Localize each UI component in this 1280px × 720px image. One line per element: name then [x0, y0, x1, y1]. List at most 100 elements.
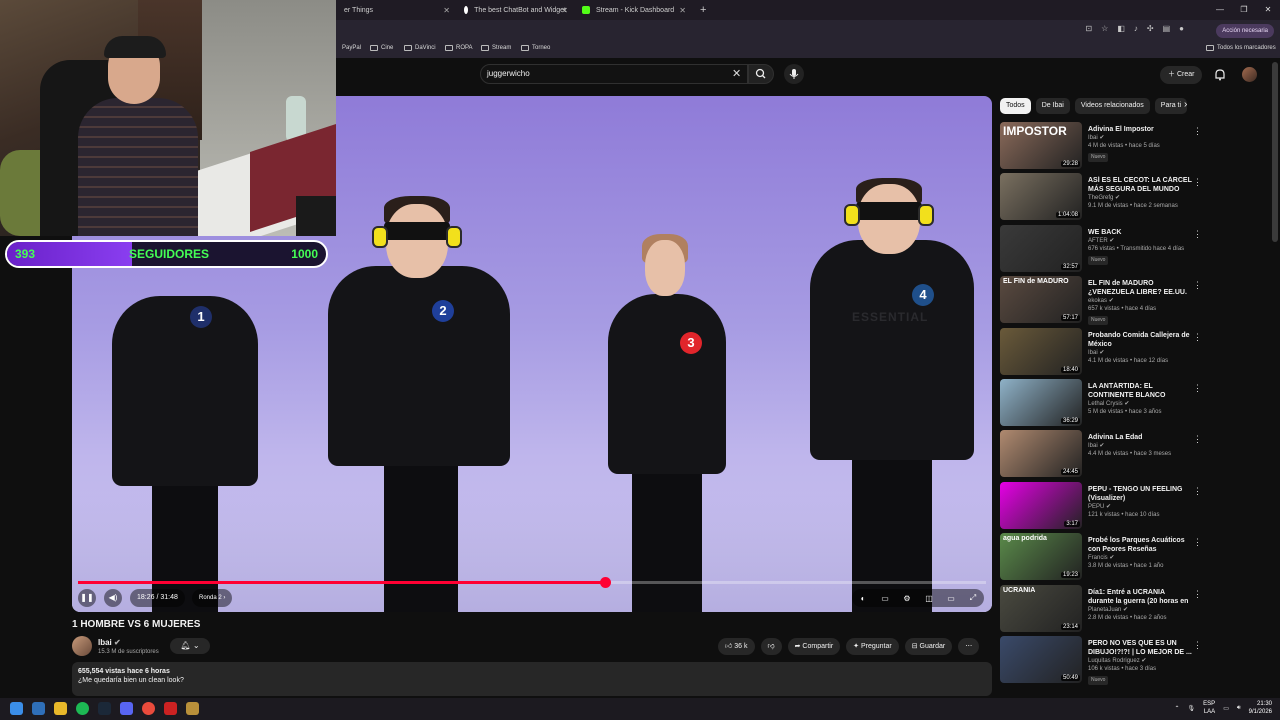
video-thumbnail[interactable]: agua podrida 19:23 — [1000, 533, 1082, 581]
search-input[interactable]: juggerwicho — [480, 64, 748, 84]
user-avatar[interactable] — [1242, 67, 1257, 82]
steam-icon[interactable] — [98, 702, 111, 715]
bookmark-ropa[interactable]: ROPA — [445, 45, 473, 51]
video-thumbnail[interactable]: IMPOSTOR 29:28 — [1000, 122, 1082, 169]
all-bookmarks[interactable]: Todos los marcadores — [1206, 45, 1276, 51]
theater-mode-icon[interactable]: ▭ — [944, 594, 958, 603]
file-explorer-icon[interactable] — [54, 702, 67, 715]
recommendation-title[interactable]: Probé los Parques Acuáticos con Peores R… — [1088, 536, 1192, 554]
video-progress-bar[interactable] — [78, 577, 986, 588]
more-vertical-icon[interactable]: ⋮ — [1193, 229, 1202, 240]
recommendation-channel[interactable]: Ibai ✔ — [1088, 349, 1104, 356]
network-icon[interactable]: ▭ — [1223, 705, 1229, 712]
video-thumbnail[interactable]: 18:40 — [1000, 327, 1082, 375]
more-vertical-icon[interactable]: ⋮ — [1193, 434, 1202, 445]
chip-for-you[interactable]: Para ti — [1154, 98, 1188, 114]
more-vertical-icon[interactable]: ⋮ — [1193, 332, 1202, 343]
more-vertical-icon[interactable]: ⋮ — [1193, 589, 1202, 600]
bookmark-paypal[interactable]: PayPal — [342, 45, 361, 51]
chrome-icon[interactable] — [142, 702, 155, 715]
video-thumbnail[interactable]: 24:45 — [1000, 430, 1082, 478]
tab-chatbot[interactable]: The best ChatBot and Widget ✕ — [456, 0, 574, 20]
video-thumbnail[interactable]: UCRANIA 23:14 — [1000, 584, 1082, 632]
recommendation-title[interactable]: ASÍ ES EL CECOT: LA CÁRCEL MÁS SEGURA DE… — [1088, 176, 1192, 194]
video-thumbnail[interactable]: 36:29 — [1000, 378, 1082, 426]
more-vertical-icon[interactable]: ⋮ — [1193, 177, 1202, 188]
description-box[interactable]: 655,554 vistas hace 6 horas ¿Me quedaría… — [72, 662, 992, 696]
puzzle-icon[interactable]: ✣ — [1147, 24, 1154, 33]
audio-icon[interactable]: ♪ — [1134, 24, 1138, 33]
chapter-button[interactable]: Ronda 2 › — [192, 589, 233, 607]
volume-button[interactable]: ◀) — [104, 589, 122, 607]
video-thumbnail[interactable]: EL FIN de MADURO 57:17 — [1000, 276, 1082, 324]
more-vertical-icon[interactable]: ⋮ — [1193, 126, 1202, 137]
fullscreen-icon[interactable]: ⤢ — [966, 593, 980, 603]
recommendation-title[interactable]: LA ANTÁRTIDA: EL CONTINENTE BLANCO — [1088, 382, 1192, 400]
channel-avatar[interactable] — [72, 636, 92, 656]
video-thumbnail[interactable]: 50:49 — [1000, 635, 1082, 683]
chevron-up-icon[interactable]: ⌃ — [1175, 705, 1180, 712]
recommendation-item[interactable]: 36:29 LA ANTÁRTIDA: EL CONTINENTE BLANCO L… — [1000, 378, 1206, 430]
app-icon[interactable] — [186, 702, 199, 715]
spotify-icon[interactable] — [76, 702, 89, 715]
settings-icon[interactable]: ⚙ — [900, 594, 914, 603]
recommendation-title[interactable]: WE BACK — [1088, 228, 1192, 237]
recommendation-channel[interactable]: TheGrefg ✔ — [1088, 194, 1120, 201]
video-thumbnail[interactable]: 3:17 — [1000, 481, 1082, 529]
bookmark-torneo[interactable]: Torneo — [521, 45, 550, 51]
tab-stranger-things[interactable]: er Things ✕ — [336, 0, 456, 20]
recommendation-title[interactable]: PEPU - TENGO UN FEELING (Visualizer) — [1088, 485, 1192, 503]
recommendation-channel[interactable]: PlanetaJuan ✔ — [1088, 606, 1128, 613]
maximize-icon[interactable]: ❐ — [1232, 0, 1256, 20]
recommendation-title[interactable]: Adivina El Impostor — [1088, 125, 1192, 134]
video-thumbnail[interactable]: 32:57 — [1000, 224, 1082, 272]
recommendation-channel[interactable]: AFTER ✔ — [1088, 237, 1114, 244]
bookmark-cine[interactable]: Cine — [370, 45, 393, 51]
recommendation-item[interactable]: UCRANIA 23:14 Día1: Entré a UCRANIA durant… — [1000, 584, 1206, 636]
video-thumbnail[interactable]: 1:04:08 — [1000, 173, 1082, 221]
save-button[interactable]: ⊟ Guardar — [904, 638, 953, 655]
recommendation-item[interactable]: 32:57 WE BACK AFTER ✔ 676 vistas • Transmit… — [1000, 224, 1206, 276]
chip-from-ibai[interactable]: De Ibai — [1035, 98, 1070, 114]
recommendation-channel[interactable]: Ibai ✔ — [1088, 134, 1104, 141]
recommendation-channel[interactable]: ekokas ✔ — [1088, 297, 1114, 304]
tab-close-icon[interactable]: ✕ — [443, 6, 450, 15]
volume-tray-icon[interactable]: 🔊︎ — [1237, 705, 1241, 712]
recommendation-item[interactable]: 3:17 PEPU - TENGO UN FEELING (Visualizer)… — [1000, 481, 1206, 533]
chip-related[interactable]: Videos relacionados — [1074, 98, 1150, 114]
channel-name[interactable]: Ibai ✔ — [98, 638, 121, 647]
tab-close-icon[interactable]: ✕ — [561, 6, 568, 15]
dislike-button[interactable]: 👎︎ — [760, 638, 782, 655]
bookmark-davinci[interactable]: DaVinci — [404, 45, 436, 51]
pause-button[interactable]: ❚❚ — [78, 589, 96, 607]
notifications-bell-icon[interactable] — [1214, 68, 1226, 81]
page-scrollbar[interactable] — [1272, 62, 1278, 242]
miniplayer-icon[interactable]: ◫ — [922, 594, 936, 603]
recommendation-channel[interactable]: PEPU ✔ — [1088, 503, 1111, 510]
more-vertical-icon[interactable]: ⋮ — [1193, 383, 1202, 394]
tab-kick-dashboard[interactable]: Stream - Kick Dashboard ✕ — [574, 0, 692, 20]
recommendation-title[interactable]: Adivina La Edad — [1088, 433, 1192, 442]
search-button[interactable] — [748, 64, 774, 84]
install-icon[interactable]: ⊡ — [1085, 24, 1092, 33]
recommendation-item[interactable]: IMPOSTOR 29:28 Adivina El Impostor Ibai ✔ 4 … — [1000, 122, 1206, 173]
recommendation-title[interactable]: PERO NO VES QUE ES UN DIBUJO!?!?! | LO M… — [1088, 639, 1192, 657]
recommendation-item[interactable]: agua podrida 19:23 Probé los Parques Acuát… — [1000, 533, 1206, 584]
more-vertical-icon[interactable]: ⋮ — [1193, 537, 1202, 548]
media-icon[interactable]: ▤ — [1163, 24, 1171, 33]
recommendation-title[interactable]: Probando Comida Callejera de México — [1088, 331, 1192, 349]
recommendation-title[interactable]: Día1: Entré a UCRANIA durante la guerra … — [1088, 588, 1192, 606]
recommendation-channel[interactable]: Francis ✔ — [1088, 554, 1114, 561]
create-button[interactable]: ＋ Crear — [1160, 66, 1203, 84]
ask-button[interactable]: ✦ Preguntar — [846, 638, 899, 655]
recommendation-item[interactable]: 50:49 PERO NO VES QUE ES UN DIBUJO!?!?! |… — [1000, 635, 1206, 687]
more-actions-button[interactable]: ⋯ — [958, 638, 980, 655]
voice-search-button[interactable] — [784, 64, 804, 84]
recommendation-item[interactable]: 1:04:08 ASÍ ES EL CECOT: LA CÁRCEL MÁS SE… — [1000, 173, 1206, 224]
recommendation-channel[interactable]: Lethal Crysis ✔ — [1088, 400, 1129, 407]
chevron-right-icon[interactable]: › — [1184, 99, 1187, 110]
clock[interactable]: 21:30 9/1/2026 — [1249, 700, 1272, 716]
recommendation-item[interactable]: 18:40 Probando Comida Callejera de México… — [1000, 327, 1206, 379]
tab-close-icon[interactable]: ✕ — [679, 6, 686, 15]
recommendation-channel[interactable]: Luquitas Rodriguez ✔ — [1088, 657, 1146, 664]
